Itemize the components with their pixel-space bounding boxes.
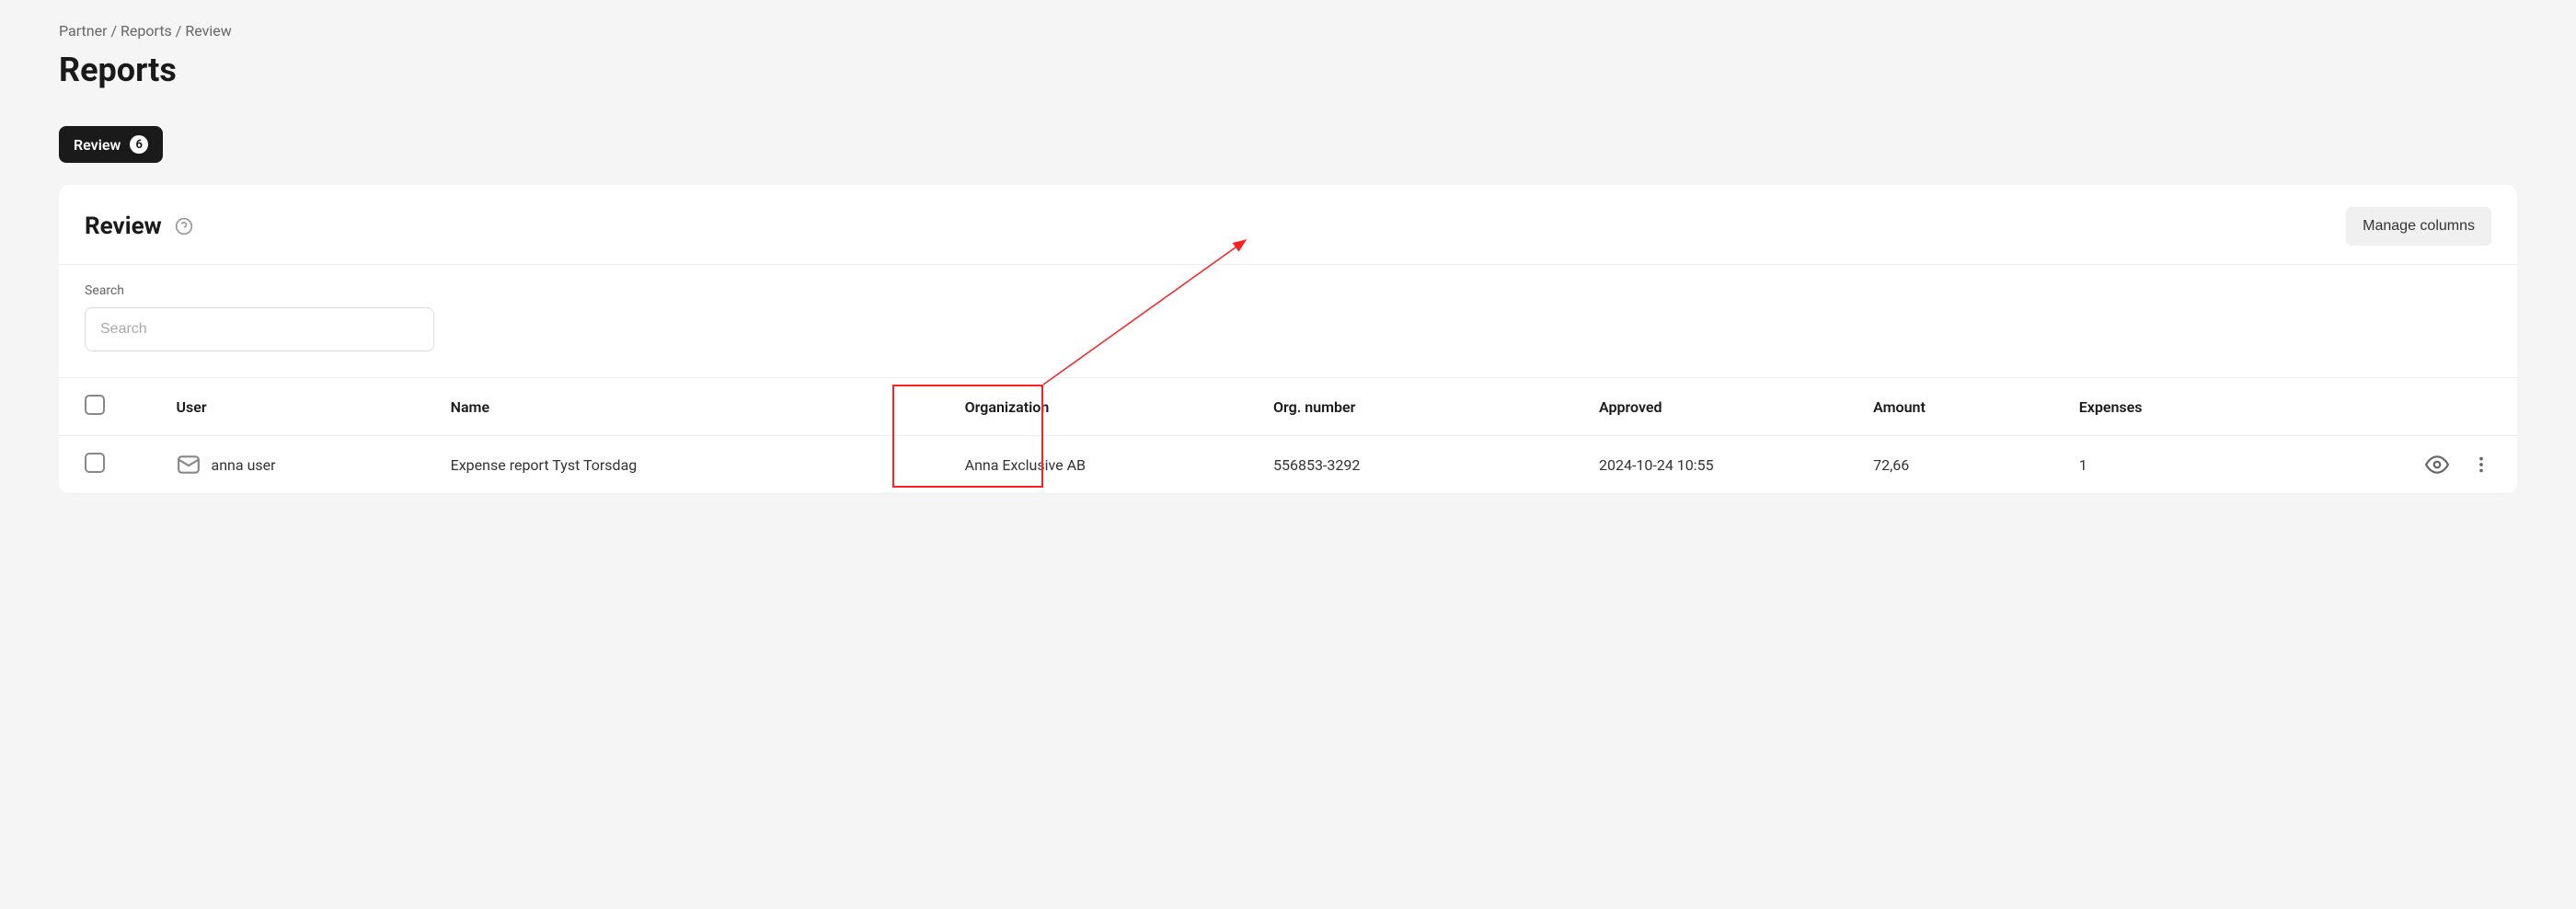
row-expenses: 1 bbox=[2068, 436, 2325, 494]
card-header: Review Manage columns bbox=[59, 185, 2517, 264]
row-checkbox[interactable] bbox=[85, 453, 105, 473]
row-name: Expense report Tyst Torsdag bbox=[440, 436, 954, 494]
manage-columns-button[interactable]: Manage columns bbox=[2346, 207, 2491, 246]
breadcrumb-link-partner[interactable]: Partner bbox=[59, 22, 108, 40]
col-header-name[interactable]: Name bbox=[440, 378, 954, 436]
breadcrumb: Partner / Reports / Review bbox=[59, 22, 2517, 40]
col-header-user[interactable]: User bbox=[166, 378, 440, 436]
row-user: anna user bbox=[212, 456, 276, 474]
page-title: Reports bbox=[59, 51, 2517, 89]
tab-review-label: Review bbox=[74, 136, 121, 154]
table-row[interactable]: anna user Expense report Tyst Torsdag An… bbox=[59, 436, 2517, 494]
row-approved: 2024-10-24 10:55 bbox=[1588, 436, 1862, 494]
row-organization: Anna Exclusive AB bbox=[954, 436, 1262, 494]
tab-review-count: 6 bbox=[130, 135, 148, 154]
table-header-row: User Name Organization Org. number Appro… bbox=[59, 378, 2517, 436]
search-label: Search bbox=[85, 283, 2491, 298]
col-header-amount[interactable]: Amount bbox=[1862, 378, 2068, 436]
col-header-org-number[interactable]: Org. number bbox=[1262, 378, 1588, 436]
search-section: Search bbox=[59, 265, 2517, 377]
view-icon[interactable] bbox=[2425, 453, 2449, 477]
col-header-organization[interactable]: Organization bbox=[954, 378, 1262, 436]
breadcrumb-sep: / bbox=[110, 22, 121, 40]
mail-icon bbox=[177, 453, 201, 477]
more-actions-icon[interactable] bbox=[2471, 454, 2491, 475]
help-icon[interactable] bbox=[175, 217, 193, 236]
tab-review[interactable]: Review 6 bbox=[59, 126, 163, 163]
search-input[interactable] bbox=[85, 307, 434, 351]
row-amount: 72,66 bbox=[1862, 436, 2068, 494]
col-header-expenses[interactable]: Expenses bbox=[2068, 378, 2325, 436]
review-card: Review Manage columns Search bbox=[59, 185, 2517, 494]
breadcrumb-link-review[interactable]: Review bbox=[185, 22, 231, 40]
breadcrumb-link-reports[interactable]: Reports bbox=[121, 22, 172, 40]
breadcrumb-sep: / bbox=[176, 22, 186, 40]
row-org-number: 556853-3292 bbox=[1262, 436, 1588, 494]
col-header-approved[interactable]: Approved bbox=[1588, 378, 1862, 436]
reports-table: User Name Organization Org. number Appro… bbox=[59, 377, 2517, 494]
select-all-checkbox[interactable] bbox=[85, 395, 105, 415]
card-title: Review bbox=[85, 213, 162, 240]
